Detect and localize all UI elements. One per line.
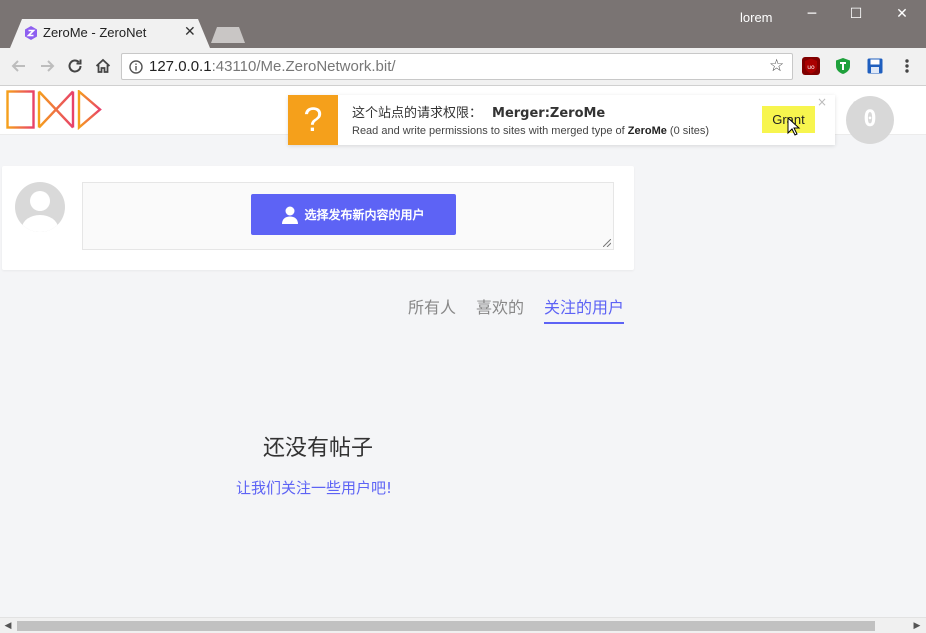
mouse-cursor-icon: [787, 117, 801, 136]
notification-title: 这个站点的请求权限： Merger:ZeroMe: [352, 106, 606, 121]
minimize-icon[interactable]: ─: [800, 6, 824, 26]
tab-liked[interactable]: 喜欢的: [476, 294, 524, 322]
maximize-icon[interactable]: ☐: [844, 6, 868, 26]
horizontal-scrollbar[interactable]: ◀ ▶: [0, 617, 926, 633]
avatar: [15, 182, 65, 232]
user-icon: [282, 206, 299, 224]
tab-everyone[interactable]: 所有人: [408, 294, 456, 322]
feed-tabs: 所有人 喜欢的 关注的用户: [0, 294, 636, 324]
browser-toolbar: 127.0.0.1:43110/Me.ZeroNetwork.bit/ ☆ uo: [0, 48, 926, 86]
ublock-icon[interactable]: uo: [802, 57, 820, 75]
user-placeholder-icon: [22, 191, 58, 232]
reload-icon[interactable]: [64, 55, 86, 77]
window-titlebar: ZeroMe - ZeroNet ✕ lorem ─ ☐ ✕: [0, 0, 926, 48]
zeronet-favicon-icon: [25, 26, 37, 40]
address-bar[interactable]: 127.0.0.1:43110/Me.ZeroNetwork.bit/ ☆: [121, 53, 793, 80]
page-content: ? 这个站点的请求权限： Merger:ZeroMe Read and write…: [0, 86, 926, 617]
resize-grip-icon[interactable]: [603, 239, 611, 247]
tab-close-icon[interactable]: ✕: [184, 24, 196, 40]
arrow-left-icon[interactable]: [8, 55, 30, 77]
scroll-left-icon[interactable]: ◀: [2, 620, 14, 632]
window-user-name: lorem: [740, 10, 773, 25]
permission-name: Merger:ZeroMe: [492, 106, 606, 121]
permission-notification: ? 这个站点的请求权限： Merger:ZeroMe Read and write…: [288, 95, 835, 145]
scroll-right-icon[interactable]: ▶: [911, 620, 923, 632]
zerome-logo-icon[interactable]: [6, 90, 102, 130]
close-window-icon[interactable]: ✕: [890, 6, 914, 26]
shield-extension-icon[interactable]: [834, 57, 852, 75]
tab-title: ZeroMe - ZeroNet: [43, 25, 147, 40]
home-icon[interactable]: [92, 55, 114, 77]
notification-description: Read and write permissions to sites with…: [352, 125, 710, 137]
site-header: ? 这个站点的请求权限： Merger:ZeroMe Read and write…: [0, 86, 926, 145]
info-icon[interactable]: [129, 60, 143, 74]
floppy-disk-icon[interactable]: [866, 57, 884, 75]
scrollbar-thumb[interactable]: [17, 621, 875, 631]
post-textarea[interactable]: 选择发布新内容的用户: [82, 182, 614, 250]
kebab-menu-icon[interactable]: [896, 55, 918, 77]
new-post-card: 选择发布新内容的用户: [2, 166, 634, 270]
empty-state-title: 还没有帖子: [262, 436, 373, 461]
arrow-right-icon[interactable]: [36, 55, 58, 77]
follow-users-link[interactable]: 让我们关注一些用户吧!: [0, 477, 628, 498]
select-user-button[interactable]: 选择发布新内容的用户: [251, 194, 456, 235]
svg-text:uo: uo: [807, 64, 815, 71]
tab-followed-users[interactable]: 关注的用户: [544, 294, 625, 324]
new-tab-button[interactable]: [211, 27, 245, 43]
star-icon[interactable]: ☆: [769, 56, 784, 76]
notification-count-badge[interactable]: 0: [846, 96, 894, 144]
url-text[interactable]: 127.0.0.1:43110/Me.ZeroNetwork.bit/: [149, 58, 396, 75]
question-mark-icon: ?: [288, 95, 338, 145]
notification-close-icon[interactable]: ×: [817, 95, 827, 109]
